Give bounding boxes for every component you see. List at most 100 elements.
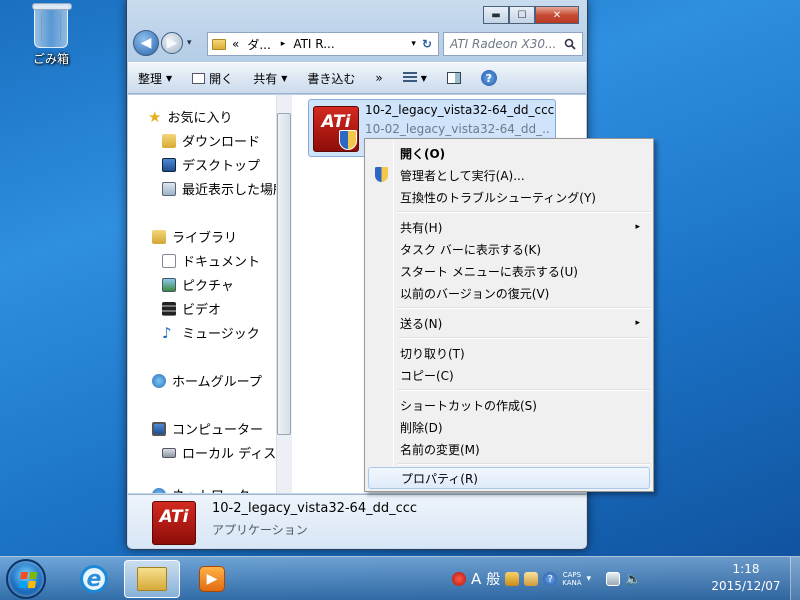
refresh-icon[interactable]: ↻: [422, 37, 432, 51]
chevron-down-icon: ▼: [420, 73, 427, 83]
breadcrumb-segment-2[interactable]: ATI R...: [293, 37, 334, 51]
chevron-down-icon: ▼: [166, 73, 173, 83]
system-clock[interactable]: 1:18 2015/12/07: [706, 561, 786, 595]
context-menu: 開く(O) 管理者として実行(A)... 互換性のトラブルシューティング(Y) …: [364, 138, 654, 492]
breadcrumb-segment-1[interactable]: ダ...: [247, 36, 270, 53]
address-dropdown-icon[interactable]: ▾: [411, 39, 416, 49]
navigation-bar: ◀ ▶ ▾ « ダ... ▸ ATI R... ▾ ↻ ATI Radeon X…: [133, 30, 583, 58]
menu-item-send-to[interactable]: 送る(N) ▸: [368, 312, 650, 334]
network-icon[interactable]: [606, 572, 621, 586]
menu-item-cut[interactable]: 切り取り(T): [368, 342, 650, 364]
nav-favorites[interactable]: ★ お気に入り: [148, 107, 232, 127]
nav-libraries[interactable]: ライブラリ: [152, 227, 237, 246]
menu-separator: [398, 463, 650, 465]
recent-pages-chevron-icon[interactable]: ▾: [187, 38, 192, 48]
ime-mode-indicator[interactable]: A: [471, 570, 481, 588]
minimize-button[interactable]: ▬: [483, 6, 509, 24]
menu-item-run-as-admin-label: 管理者として実行(A)...: [400, 168, 525, 183]
menu-item-rename-label: 名前の変更(M): [400, 442, 480, 457]
window-controls: ▬ ☐ ✕: [483, 6, 579, 24]
menu-separator: [398, 211, 650, 213]
nav-recent-label: 最近表示した場所: [182, 183, 287, 198]
nav-homegroup-label: ホームグループ: [172, 375, 262, 390]
view-options-button[interactable]: ▼: [393, 72, 437, 84]
taskbar-ie-button[interactable]: e: [66, 560, 122, 598]
menu-item-open-label: 開く(O): [400, 146, 446, 161]
taskbar-media-player-button[interactable]: ▶: [184, 560, 240, 598]
navigation-pane: ★ お気に入り ダウンロード デスクトップ 最近表示した場所 ライブラリ ドキュ…: [128, 95, 293, 493]
nav-local-disk[interactable]: ローカル ディスク: [162, 443, 289, 462]
back-icon[interactable]: ◀: [133, 30, 159, 56]
nav-local-disk-label: ローカル ディスク: [182, 447, 290, 462]
recycle-bin[interactable]: ごみ箱: [18, 3, 84, 67]
menu-item-troubleshoot-label: 互換性のトラブルシューティング(Y): [400, 190, 596, 205]
burn-button[interactable]: 書き込む: [297, 70, 365, 87]
menu-item-run-as-admin[interactable]: 管理者として実行(A)...: [368, 164, 650, 186]
notification-area: A 般 ? CAPS KANA ▾ 🔈: [452, 561, 641, 597]
menu-item-share[interactable]: 共有(H) ▸: [368, 216, 650, 238]
caps-label: CAPS: [562, 571, 582, 579]
folder-icon: [212, 38, 226, 50]
address-bar[interactable]: « ダ... ▸ ATI R... ▾ ↻: [207, 32, 439, 56]
start-button[interactable]: [6, 559, 46, 599]
ime-dictionary-icon[interactable]: [524, 572, 539, 586]
menu-item-restore-versions-label: 以前のバージョンの復元(V): [400, 286, 550, 301]
organize-button[interactable]: 整理 ▼: [128, 70, 182, 87]
nav-network[interactable]: ネットワーク: [152, 485, 250, 493]
ie-icon: e: [80, 565, 108, 593]
menu-item-create-shortcut[interactable]: ショートカットの作成(S): [368, 394, 650, 416]
forward-icon[interactable]: ▶: [161, 32, 183, 54]
chevron-down-icon: ▼: [281, 73, 288, 83]
menu-item-pin-taskbar[interactable]: タスク バーに表示する(K): [368, 238, 650, 260]
breadcrumb-separator-icon[interactable]: ▸: [281, 39, 286, 49]
nav-pictures[interactable]: ピクチャ: [162, 275, 234, 294]
explorer-icon: [137, 567, 167, 591]
breadcrumb-overflow[interactable]: «: [232, 37, 239, 51]
ime-tool-icon[interactable]: [505, 572, 520, 586]
menu-item-send-to-label: 送る(N): [400, 316, 443, 331]
menu-item-create-shortcut-label: ショートカットの作成(S): [400, 398, 537, 413]
nav-recent[interactable]: 最近表示した場所: [162, 179, 286, 198]
picture-icon: [162, 277, 176, 292]
search-input[interactable]: ATI Radeon X30...: [443, 32, 583, 56]
search-icon[interactable]: [564, 38, 576, 50]
show-hidden-icons-chevron-icon[interactable]: ▾: [587, 574, 592, 584]
nav-documents-label: ドキュメント: [182, 255, 261, 270]
menu-item-troubleshoot[interactable]: 互換性のトラブルシューティング(Y): [368, 186, 650, 208]
preview-pane-button[interactable]: [437, 72, 471, 84]
nav-music[interactable]: ♪ ミュージック: [162, 323, 260, 343]
nav-downloads[interactable]: ダウンロード: [162, 131, 260, 150]
nav-computer[interactable]: コンピューター: [152, 419, 263, 438]
open-button[interactable]: 開く: [182, 70, 243, 87]
alert-icon[interactable]: [452, 572, 466, 586]
menu-item-open[interactable]: 開く(O): [368, 142, 650, 164]
nav-scrollbar-thumb[interactable]: [277, 113, 291, 435]
nav-computer-label: コンピューター: [172, 423, 264, 438]
volume-icon[interactable]: 🔈: [625, 572, 641, 587]
share-button[interactable]: 共有 ▼: [243, 70, 297, 87]
menu-item-pin-start[interactable]: スタート メニューに表示する(U): [368, 260, 650, 282]
taskbar-explorer-button[interactable]: [124, 560, 180, 598]
more-commands-button[interactable]: »: [365, 71, 392, 85]
menu-item-delete[interactable]: 削除(D): [368, 416, 650, 438]
nav-homegroup[interactable]: ホームグループ: [152, 371, 262, 390]
maximize-button[interactable]: ☐: [509, 6, 535, 24]
menu-item-properties[interactable]: プロパティ(R): [368, 467, 650, 489]
help-button[interactable]: ?: [471, 70, 507, 86]
help-icon[interactable]: ?: [543, 572, 558, 586]
menu-item-rename[interactable]: 名前の変更(M): [368, 438, 650, 460]
nav-videos[interactable]: ビデオ: [162, 299, 221, 318]
show-desktop-button[interactable]: [790, 557, 800, 600]
menu-item-copy[interactable]: コピー(C): [368, 364, 650, 386]
details-pane: ATi 10-2_legacy_vista32-64_dd_ccc アプリケーシ…: [128, 494, 586, 548]
nav-videos-label: ビデオ: [182, 303, 222, 318]
nav-documents[interactable]: ドキュメント: [162, 251, 260, 270]
close-button[interactable]: ✕: [535, 6, 579, 24]
nav-desktop[interactable]: デスクトップ: [162, 155, 260, 174]
shield-icon: [339, 130, 357, 150]
menu-item-restore-versions[interactable]: 以前のバージョンの復元(V): [368, 282, 650, 304]
ime-kana-indicator[interactable]: 般: [486, 569, 500, 589]
library-icon: [152, 229, 166, 244]
window-icon: [192, 72, 206, 84]
share-label: 共有: [253, 71, 278, 86]
